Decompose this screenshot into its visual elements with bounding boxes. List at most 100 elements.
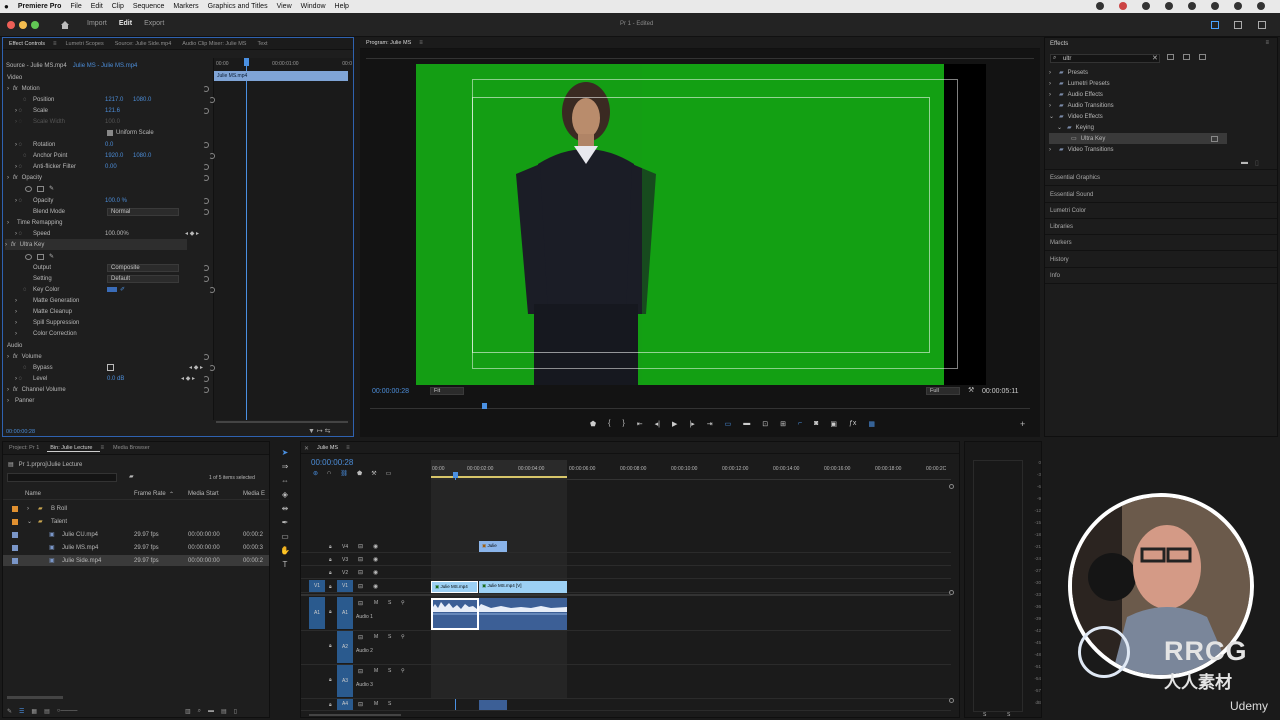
- insert-icon[interactable]: ⊡: [762, 420, 768, 428]
- reset-icon[interactable]: [203, 174, 209, 181]
- tab-text[interactable]: Text: [254, 41, 275, 47]
- timeline-ruler[interactable]: 00:00 00:00:02:00 00:00:04:00 00:00:06:0…: [431, 460, 951, 480]
- tab-effect-controls[interactable]: Effect Controls: [6, 41, 53, 47]
- reset-icon[interactable]: [203, 163, 209, 170]
- tree-video-transitions[interactable]: › ▰ Video Transitions: [1049, 144, 1114, 155]
- bypass-row[interactable]: ◌ Bypass ◂ ◆ ▸: [23, 362, 215, 373]
- panel-markers[interactable]: Markers: [1050, 240, 1072, 246]
- sync-icon[interactable]: ⊟: [358, 543, 363, 550]
- program-monitor-title[interactable]: Program: Julie MS: [363, 40, 419, 46]
- vscroll-top-handle[interactable]: [949, 484, 954, 489]
- ultra-key-row[interactable]: › fx Ultra Key: [5, 239, 187, 250]
- tab-lumetri-scopes[interactable]: Lumetri Scopes: [63, 41, 112, 47]
- eye-icon[interactable]: ◉: [373, 583, 378, 590]
- scale-row[interactable]: › ◌ Scale 121.6: [15, 105, 213, 116]
- new-item-icon[interactable]: ▤: [221, 708, 227, 715]
- track-a4[interactable]: 🔒︎ A4 ⊟ M S: [301, 699, 951, 711]
- playhead-timecode[interactable]: 00:00:00:28: [372, 388, 409, 395]
- channel-volume-row[interactable]: › fx Channel Volume: [7, 384, 213, 395]
- scale-value[interactable]: 121.6: [105, 108, 120, 114]
- solo-button[interactable]: S: [388, 634, 391, 640]
- tab-project[interactable]: Project: Pr 1: [6, 445, 47, 451]
- voiceover-icon[interactable]: ⚲: [401, 634, 405, 640]
- wrench-icon[interactable]: ⚒: [968, 386, 974, 394]
- captions-icon[interactable]: ▭: [386, 470, 392, 477]
- clear-search-icon[interactable]: ✕: [1152, 54, 1158, 62]
- time-remap-row[interactable]: › Time Remapping: [7, 217, 62, 228]
- anchor-row[interactable]: ◌ Anchor Point 1920.0 1080.0: [23, 150, 215, 161]
- track-a1[interactable]: A1 🔒︎ A1 ⊟ M S ⚲ Audio 1: [301, 597, 951, 631]
- close-window-icon[interactable]: [7, 21, 15, 29]
- menu-markers[interactable]: Markers: [173, 3, 198, 10]
- reset-icon[interactable]: [203, 197, 209, 204]
- mute-button[interactable]: M: [374, 668, 378, 674]
- 32bit-filter-icon[interactable]: [1183, 54, 1190, 60]
- eye-icon[interactable]: ◉: [373, 543, 378, 550]
- track-divider[interactable]: [301, 594, 951, 596]
- yuv-filter-icon[interactable]: [1199, 54, 1206, 60]
- status-audio-icon[interactable]: [1142, 2, 1150, 10]
- overwrite-icon[interactable]: ⊞: [780, 420, 786, 428]
- nav-import[interactable]: Import: [87, 20, 107, 27]
- track-v1[interactable]: V1 🔒︎ V1 ⊟ ◉: [301, 580, 951, 593]
- fx-icon[interactable]: ƒx: [849, 420, 856, 428]
- blend-mode-row[interactable]: Blend Mode Normal: [33, 206, 213, 217]
- delete-icon[interactable]: ▯: [1255, 159, 1259, 167]
- solo-button[interactable]: S: [388, 701, 391, 707]
- reset-icon[interactable]: [209, 286, 215, 293]
- panel-menu-icon[interactable]: ≡: [419, 40, 423, 46]
- transform-bounds[interactable]: [472, 79, 958, 369]
- sequence-selector[interactable]: Julie MS - Julie MS.mp4: [73, 63, 138, 69]
- effects-title[interactable]: Effects: [1050, 41, 1068, 47]
- menu-edit[interactable]: Edit: [91, 3, 103, 10]
- source-patch-v1[interactable]: V1: [309, 580, 325, 592]
- extract-icon[interactable]: ▬: [743, 420, 750, 428]
- volume-row[interactable]: › fx Volume: [7, 351, 213, 362]
- type-tool-icon[interactable]: T: [283, 560, 288, 569]
- position-row[interactable]: ◌ Position 1217.0 1080.0: [23, 94, 215, 105]
- rotation-row[interactable]: › ◌ Rotation 0.0: [15, 139, 213, 150]
- level-row[interactable]: › ◌ Level 0.0 dB ◂ ◆ ▸: [15, 373, 213, 384]
- find-icon[interactable]: ⌕: [198, 708, 201, 715]
- mark-in-icon[interactable]: {: [608, 420, 610, 428]
- tree-video-effects[interactable]: ⌄ ▰ Video Effects: [1049, 111, 1103, 122]
- trash-icon[interactable]: ▯: [234, 708, 237, 715]
- reset-icon[interactable]: [203, 386, 209, 393]
- mute-button[interactable]: M: [374, 600, 378, 606]
- project-search-input[interactable]: [7, 473, 117, 482]
- reset-icon[interactable]: [209, 152, 215, 159]
- apple-icon[interactable]: ●: [4, 2, 9, 11]
- eye-icon[interactable]: ◉: [373, 556, 378, 563]
- status-control-icon[interactable]: [1234, 2, 1242, 10]
- playhead-handle[interactable]: [244, 58, 249, 66]
- solo-button[interactable]: S: [388, 668, 391, 674]
- effects-search-input[interactable]: ultr: [1050, 54, 1160, 63]
- razor-icon[interactable]: ◈: [282, 490, 288, 499]
- list-item[interactable]: ⌄ ▰ Talent: [3, 516, 269, 527]
- panel-lumetri-color[interactable]: Lumetri Color: [1050, 208, 1086, 214]
- freeform-view-icon[interactable]: ▤: [44, 708, 50, 715]
- table-row[interactable]: ▣ Julie CU.mp4 29.97 fps 00:00:00:00 00:00:2: [3, 529, 269, 540]
- menu-clip[interactable]: Clip: [112, 3, 124, 10]
- menu-view[interactable]: View: [277, 3, 292, 10]
- ec-filter-icons[interactable]: ▼ ↦ ⇆: [308, 427, 331, 435]
- go-to-in-icon[interactable]: ⇤: [637, 420, 643, 428]
- settings-wrench-icon[interactable]: ⚒: [371, 470, 376, 477]
- rect-mask-icon[interactable]: [37, 253, 44, 260]
- pen-mask-icon[interactable]: ✎: [49, 253, 54, 260]
- monitor-playhead[interactable]: [482, 403, 487, 409]
- share-icon[interactable]: [1234, 21, 1242, 29]
- source-patch-a1[interactable]: A1: [309, 597, 325, 629]
- sync-icon[interactable]: ⊟: [358, 634, 363, 641]
- rectangle-tool-icon[interactable]: ▭: [281, 532, 289, 541]
- pen-tool-icon[interactable]: ✒: [282, 518, 289, 527]
- panel-menu-icon[interactable]: ≡: [1265, 40, 1269, 46]
- table-row[interactable]: ▣ Julie MS.mp4 29.97 fps 00:00:00:00 00:00:3: [3, 542, 269, 553]
- col-media-start[interactable]: Media Start: [188, 491, 219, 497]
- status-record-icon[interactable]: [1096, 2, 1104, 10]
- spill-suppression-row[interactable]: › Spill Suppression: [15, 317, 79, 328]
- track-v2[interactable]: 🔒︎ V2 ⊟ ◉: [301, 566, 951, 579]
- project-hscroll[interactable]: [7, 696, 63, 699]
- target-v1[interactable]: V1: [337, 580, 353, 592]
- panel-info[interactable]: Info: [1050, 273, 1060, 279]
